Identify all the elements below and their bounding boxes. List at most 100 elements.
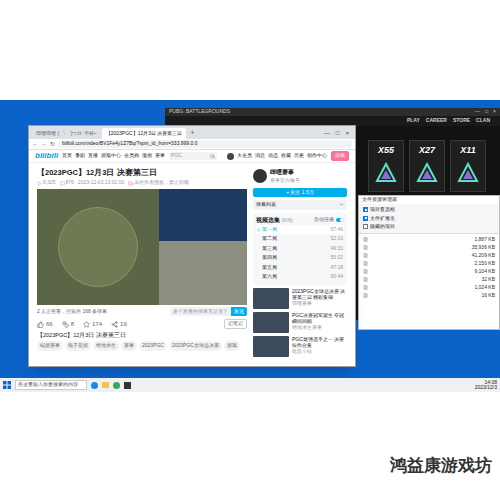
taskbar-search[interactable]: 在这里输入你要搜索的内容 [15,380,87,390]
user-link[interactable]: 创作中心 [307,152,327,160]
playlist-item[interactable]: 第三局49:31 [256,244,344,254]
tag[interactable]: 电子竞技 [65,341,91,351]
playlist-item[interactable]: 第二局52:10 [256,234,344,244]
browser-tab[interactable]: 哔哩哔哩 (゜-゜)つロ 干杯~ [32,128,101,139]
uploader-name[interactable]: 哔哩赛事 [270,168,300,177]
file-row[interactable]: 1,887 KB [363,236,495,244]
window-control-button[interactable]: — [324,129,330,138]
file-row[interactable]: 16 KB [363,292,495,300]
tag[interactable]: 游戏 [224,341,240,351]
app-icon[interactable] [102,382,109,388]
game-menu-item[interactable]: CLAN [476,117,490,125]
favorite-button[interactable]: 174 [83,320,102,329]
tab-bar: 哔哩哔哩 (゜-゜)つロ 干杯~【2023PGC】12月3日 决赛第三日+ — □ × [29,126,355,139]
share-button[interactable]: 19 [111,320,127,329]
tag[interactable]: 端游赛事 [37,341,63,351]
ribbon-checkbox[interactable]: 文件扩展名 [363,215,495,223]
user-link[interactable]: 历史 [294,152,304,160]
clock[interactable]: 14:082023/12/3 [475,380,497,390]
window-control-button[interactable]: × [345,129,349,138]
window-control-button[interactable]: — [475,108,480,116]
game-menu-item[interactable]: STORE [453,117,470,125]
user-avatar[interactable] [227,153,234,160]
game-menu-item[interactable]: CAREER [426,117,447,125]
user-link[interactable]: 大会员 [237,152,252,160]
nav-button[interactable]: ← [32,140,38,149]
coin-button[interactable]: 8 [62,320,74,329]
video-player[interactable] [37,189,247,305]
search-icon [210,154,215,159]
user-link[interactable]: 收藏 [281,152,291,160]
tag[interactable]: 2023PGC [139,341,167,351]
site-nav-item[interactable]: 游戏中心 [101,152,121,160]
item-card[interactable]: X11 [450,140,486,192]
app-icon[interactable] [91,382,98,389]
item-card[interactable]: X55 [368,140,404,192]
user-links: 大会员消息动态收藏历史创作中心 [227,152,327,160]
like-button[interactable]: 66 [37,320,53,329]
recommended-video[interactable]: PGC最强选手之一 决赛操作合集电竞小站 [253,336,347,357]
new-tab-button[interactable]: + [187,128,197,139]
window-control-button[interactable]: □ [485,108,488,116]
playlist-item[interactable]: 第四局55:02 [256,253,344,263]
file-icon [363,285,368,290]
send-button[interactable]: 发送 [231,307,247,317]
nav-button[interactable]: ↻ [50,140,55,149]
site-search[interactable]: PGC [169,152,217,160]
uploader-card: 哔哩赛事赛事官方账号 [253,168,347,185]
video-title: 【2023PGC】12月3日 决赛第三日 [37,168,247,177]
ribbon-checkbox[interactable]: 项目复选框 [363,206,495,214]
file-row[interactable]: 35,936 KB [363,244,495,252]
site-logo[interactable]: bilibili [35,150,58,162]
game-menu-item[interactable]: PLAY [407,117,420,125]
chevron-down-icon [339,202,344,207]
item-card[interactable]: X27 [409,140,445,192]
site-nav-item[interactable]: 番剧 [75,152,85,160]
danmaku-input[interactable]: 发个友善的弹幕见证当下发送 [170,307,247,317]
address-row: ←→↻bilibili.com/video/BV1Fe4y1Z7Bq/?spm_… [29,139,355,150]
playlist-item[interactable]: 第六局50:44 [256,272,344,282]
coin-icon [62,321,69,328]
right-column: 哔哩赛事赛事官方账号+ 关注 1.5万弹幕列表视频选集 (6/6)自动连播第一局… [253,168,347,366]
window-control-button[interactable]: × [493,108,496,116]
site-nav-item[interactable]: 赛事 [155,152,165,160]
app-icon[interactable] [124,382,131,389]
game-title-bar: PUBG: BATTLEGROUNDS—□× [165,108,500,116]
browser-tab[interactable]: 【2023PGC】12月3日 决赛第三日 [102,128,187,139]
follow-button[interactable]: + 关注 1.5万 [253,188,347,198]
file-row[interactable]: 9,104 KB [363,268,495,276]
recommended-video[interactable]: PGC决赛冠军诞生 夺冠瞬间回顾绝地求生赛事 [253,312,347,333]
uploader-avatar[interactable] [253,169,267,183]
file-row[interactable]: 41,209 KB [363,252,495,260]
nav-button[interactable]: → [41,140,47,149]
tag-list: 端游赛事电子竞技绝地求生赛事2023PGC2023PGC全球总决赛游戏 [37,341,247,351]
recommended-video[interactable]: 2023PGC全球总决赛 决赛第三日 精彩集锦哔哩赛事 [253,288,347,309]
file-row[interactable]: 2,150 KB [363,260,495,268]
site-nav-item[interactable]: 漫画 [142,152,152,160]
user-link[interactable]: 动态 [268,152,278,160]
site-nav-item[interactable]: 首页 [62,152,72,160]
playlist-item[interactable]: 第一局57:46 [256,225,344,235]
upload-button[interactable]: 投稿 [331,151,349,161]
url-bar[interactable]: bilibili.com/video/BV1Fe4y1Z7Bq/?spm_id_… [58,140,352,148]
danmaku-list-bar[interactable]: 弹幕列表 [253,200,347,210]
site-nav-item[interactable]: 直播 [88,152,98,160]
file-icon [363,277,368,282]
user-link[interactable]: 消息 [255,152,265,160]
note-button[interactable]: 记笔记 [224,319,247,329]
site-nav: 首页番剧直播游戏中心会员购漫画赛事 [62,152,165,160]
window-control-button[interactable]: □ [336,129,340,138]
file-row[interactable]: 32 KB [363,276,495,284]
playing-icon [257,228,261,232]
windows-icon[interactable] [3,381,11,389]
playlist-item[interactable]: 第五局47:18 [256,263,344,273]
tag[interactable]: 绝地求生 [93,341,119,351]
site-nav-item[interactable]: 会员购 [124,152,139,160]
app-icon[interactable] [113,382,120,389]
file-row[interactable]: 1,024 KB [363,284,495,292]
tag[interactable]: 赛事 [121,341,137,351]
ribbon-checkbox[interactable]: 隐藏的项目 [363,223,495,231]
window-controls: — □ × [324,127,352,139]
autoplay-switch[interactable] [336,218,344,222]
tag[interactable]: 2023PGC全球总决赛 [169,341,222,351]
